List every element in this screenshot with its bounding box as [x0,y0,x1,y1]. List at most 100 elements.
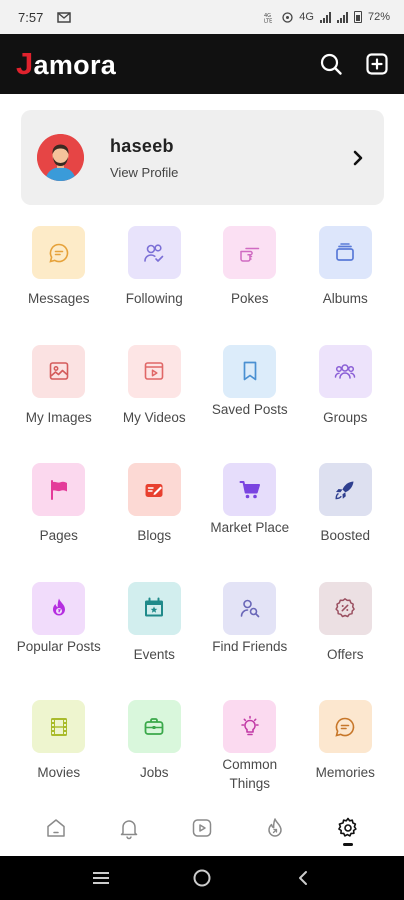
cart-icon [223,463,277,516]
menu-item-albums[interactable]: Albums [298,226,394,345]
menu-item-label: Blogs [137,528,172,543]
menu-item-memories[interactable]: Memories [298,700,394,819]
menu-item-label: Boosted [320,528,371,543]
video-icon [127,344,181,398]
bottom-nav [0,804,404,856]
menu-item-label: Pokes [230,291,269,306]
status-time: 7:57 [18,9,44,25]
menu-item-label: Memories [315,765,375,780]
menu-item-boosted[interactable]: Boosted [298,463,394,582]
back-icon [299,871,308,885]
recent-apps-icon [92,872,109,884]
menu-item-jobs[interactable]: Jobs [107,700,203,819]
gear-icon [336,816,360,845]
volte-icon: 4G LTE [264,13,272,24]
home-icon [44,816,68,845]
menu-item-label: Events [133,646,175,662]
nav-trending[interactable] [255,810,295,850]
add-box-icon [366,53,388,75]
nav-notifications[interactable] [109,810,149,850]
home-button[interactable] [182,858,222,898]
menu-item-label: My Images [25,409,92,425]
poke-icon [223,226,277,279]
menu-item-label: Popular Posts [16,638,101,654]
menu-item-label: Offers [326,646,364,662]
menu-item-label: Saved Posts [211,401,288,417]
recent-apps-button[interactable] [81,858,121,898]
status-bar: 7:57 4G LTE 4G 72% [0,0,404,34]
offer-icon [318,581,372,635]
trending-icon [263,816,287,845]
search-button[interactable] [318,51,344,77]
back-button[interactable] [283,858,323,898]
menu-item-groups[interactable]: Groups [298,344,394,464]
bell-icon [117,816,141,845]
home-circle-icon [193,869,211,887]
rocket-icon [318,463,372,516]
menu-grid: Messages Following Pokes Albums My Images My … [11,226,393,819]
memories-icon [318,700,372,753]
fire-icon [32,581,86,635]
menu-item-label: Groups [323,409,368,425]
menu-item-common-things[interactable]: Common Things [202,700,298,819]
image-icon [32,344,86,398]
menu-item-pages[interactable]: Pages [11,463,107,582]
nav-videos[interactable] [182,810,222,850]
menu-item-label: Messages [27,291,90,306]
menu-item-market-place[interactable]: Market Place [202,463,298,582]
film-icon [32,700,86,753]
flag-icon [32,463,86,516]
following-icon [127,226,181,279]
app-logo[interactable]: Jamora [16,46,116,82]
calendar-icon [127,581,181,635]
menu-item-label: Market Place [210,520,290,535]
find-friends-icon [223,581,277,635]
hotspot-icon [282,11,293,23]
menu-item-label: Following [125,291,183,306]
menu-item-label: Albums [322,291,368,306]
menu-item-label: Movies [37,765,81,780]
menu-item-movies[interactable]: Movies [11,700,107,819]
menu-item-messages[interactable]: Messages [11,226,107,345]
menu-item-pokes[interactable]: Pokes [202,226,298,345]
message-icon [32,226,86,279]
svg-text:LTE: LTE [264,19,272,24]
groups-icon [318,344,372,398]
message-notification-icon [57,11,72,23]
menu-item-label: Jobs [139,765,169,780]
logo-text: amora [33,50,117,80]
avatar [37,134,84,181]
play-icon [190,816,214,845]
menu-item-blogs[interactable]: Blogs [107,463,203,582]
logo-initial: J [16,46,34,81]
network-type: 4G [299,11,314,23]
nav-home[interactable] [36,810,76,850]
nav-settings[interactable] [328,810,368,850]
chevron-right-icon [348,148,368,168]
active-tab-indicator [342,843,353,846]
bulb-icon [223,700,277,753]
user-avatar-icon [37,134,84,181]
menu-item-offers[interactable]: Offers [298,581,394,701]
profile-card[interactable]: haseeb View Profile [21,110,384,205]
battery-icon [353,11,362,23]
menu-item-my-videos[interactable]: My Videos [107,344,203,464]
menu-item-following[interactable]: Following [107,226,203,345]
menu-item-saved-posts[interactable]: Saved Posts [202,344,298,464]
albums-icon [318,226,372,279]
app-header: Jamora [0,34,404,94]
signal-icon [319,11,331,23]
menu-item-label: Pages [39,528,78,543]
menu-item-events[interactable]: Events [107,581,203,701]
briefcase-icon [127,700,181,753]
view-profile-link[interactable]: View Profile [110,165,348,180]
blog-icon [127,463,181,516]
menu-item-label: Find Friends [212,638,288,654]
menu-item-label: Common Things [222,757,278,791]
menu-item-my-images[interactable]: My Images [11,344,107,464]
signal-icon-2 [336,11,348,23]
menu-item-find-friends[interactable]: Find Friends [202,581,298,701]
create-post-button[interactable] [364,51,390,77]
bookmark-icon [223,344,277,398]
menu-item-popular-posts[interactable]: Popular Posts [11,581,107,701]
